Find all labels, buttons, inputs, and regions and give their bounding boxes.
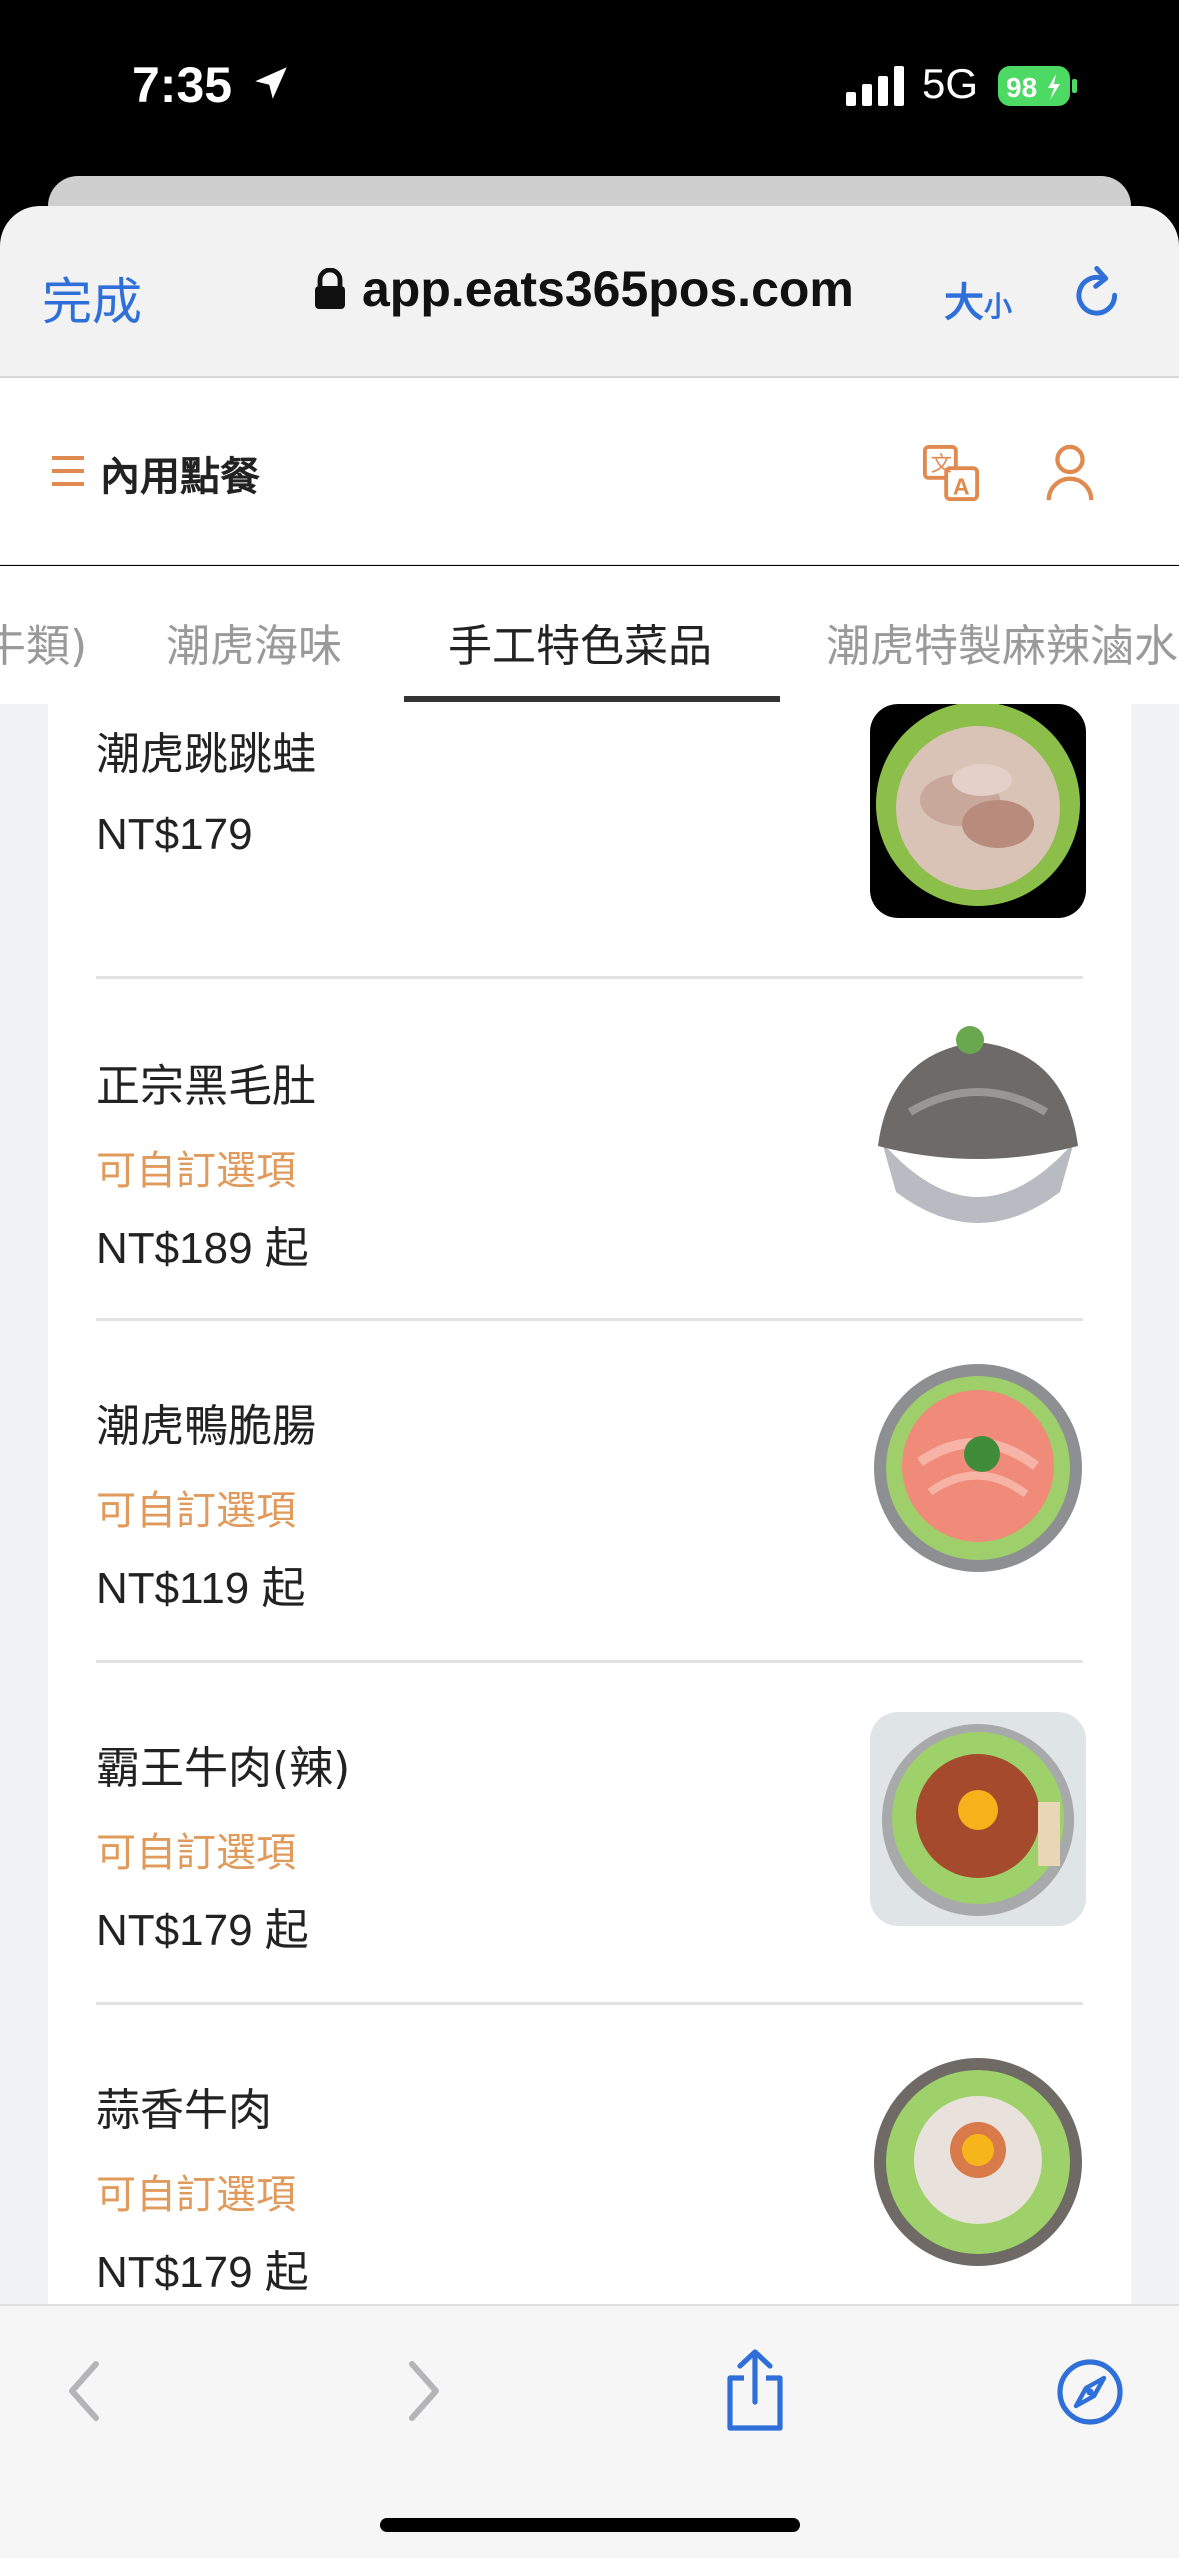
share-icon[interactable] [724, 2348, 786, 2432]
menu-item[interactable]: 正宗黑毛肚 可自訂選項 NT$189 起 [96, 1016, 1086, 1316]
forward-chevron-icon[interactable] [404, 2358, 444, 2424]
location-arrow-icon [255, 67, 287, 99]
item-divider [96, 1318, 1083, 1321]
text-size-small-label: 小 [984, 290, 1013, 323]
done-button[interactable]: 完成 [42, 262, 142, 334]
item-name: 正宗黑毛肚 [96, 1061, 316, 1112]
status-time: 7:35 [132, 57, 233, 113]
tab-previous-category[interactable]: 牛類) [0, 610, 87, 674]
tab-seafood[interactable]: 潮虎海味 [166, 610, 342, 674]
item-name: 蒜香牛肉 [96, 2085, 272, 2136]
menu-item[interactable]: 蒜香牛肉 可自訂選項 NT$179 起 [96, 2042, 1086, 2304]
item-image [870, 704, 1086, 918]
text-size-button[interactable]: 大小 [944, 270, 1012, 328]
item-image [870, 1712, 1086, 1926]
item-customizable-label: 可自訂選項 [96, 1148, 296, 1194]
network-type: 5G [922, 60, 979, 107]
item-price: NT$179 起 [96, 1906, 309, 1955]
menu-item[interactable]: 霸王牛肉(辣) 可自訂選項 NT$179 起 [96, 1700, 1086, 2000]
item-image [870, 2054, 1086, 2268]
svg-text:文: 文 [931, 452, 952, 477]
compass-safari-icon[interactable] [1056, 2358, 1124, 2426]
translate-icon[interactable]: 文 A [922, 444, 980, 502]
user-account-icon[interactable] [1044, 444, 1096, 502]
svg-text:A: A [953, 473, 970, 499]
item-price: NT$179 [96, 810, 253, 859]
battery-level: 98 [1006, 72, 1037, 103]
item-price: NT$179 起 [96, 2248, 309, 2297]
item-divider [96, 2002, 1083, 2005]
item-divider [96, 976, 1083, 979]
tab-spicy-braised[interactable]: 潮虎特製麻辣滷水 [826, 610, 1178, 674]
back-chevron-icon[interactable] [64, 2358, 104, 2424]
item-image [870, 1362, 1086, 1576]
hamburger-menu-icon[interactable] [52, 456, 84, 486]
reload-icon[interactable] [1072, 264, 1126, 322]
item-divider [96, 1660, 1083, 1663]
category-tabs: 牛類) 潮虎海味 手工特色菜品 潮虎特製麻辣滷水 [0, 566, 1179, 705]
item-customizable-label: 可自訂選項 [96, 1488, 296, 1534]
item-price: NT$119 起 [96, 1564, 306, 1613]
menu-item[interactable]: 潮虎跳跳蛙 NT$179 [96, 704, 1086, 976]
menu-item[interactable]: 潮虎鴨脆腸 可自訂選項 NT$119 起 [96, 1358, 1086, 1658]
item-customizable-label: 可自訂選項 [96, 1830, 296, 1876]
item-name: 潮虎鴨脆腸 [96, 1401, 316, 1452]
battery-indicator: 98 [998, 64, 1078, 108]
tab-handmade-specials[interactable]: 手工特色菜品 [448, 610, 712, 674]
active-tab-indicator [404, 696, 780, 702]
item-name: 霸王牛肉(辣) [96, 1743, 351, 1794]
signal-bars-icon [846, 66, 904, 106]
text-size-large-label: 大 [944, 280, 984, 326]
lock-icon [315, 268, 345, 309]
home-indicator [380, 2518, 800, 2532]
item-customizable-label: 可自訂選項 [96, 2172, 296, 2218]
item-price: NT$189 起 [96, 1224, 309, 1273]
url-text[interactable]: app.eats365pos.com [362, 260, 854, 318]
item-image [870, 1022, 1086, 1236]
item-name: 潮虎跳跳蛙 [96, 729, 316, 780]
battery-icon: 98 [998, 66, 1077, 106]
page-title: 內用點餐 [100, 454, 260, 500]
